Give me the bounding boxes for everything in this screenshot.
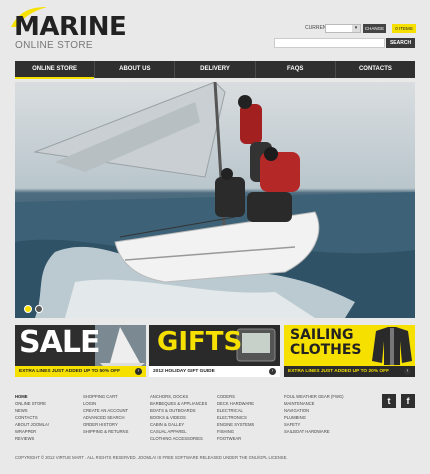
footer-link[interactable]: LOGIN <box>83 400 128 407</box>
footer-link[interactable]: NEWS <box>15 407 49 414</box>
sale-caption: EXTRA LINES JUST ADDED UP TO 50% OFF <box>15 366 146 377</box>
footer-link[interactable]: ENGINE SYSTEMS <box>217 421 254 428</box>
footer-link[interactable]: SAFETY <box>284 421 344 428</box>
slide-dot-2[interactable] <box>35 305 43 313</box>
sailing-title-line2: CLOTHES <box>290 341 362 358</box>
nav-item-about-us[interactable]: ABOUT US <box>95 61 176 78</box>
footer-col-account: SHOPPING CART LOGIN CREATE AN ACCOUNT AD… <box>83 393 128 435</box>
gifts-title: GIFTS <box>157 327 243 357</box>
twitter-icon[interactable]: t <box>382 394 396 408</box>
sailboat-photo <box>15 82 415 318</box>
search-button[interactable]: SEARCH <box>386 38 415 48</box>
chevron-down-icon: ▾ <box>352 25 360 32</box>
logo-tagline: ONLINE STORE <box>15 40 93 51</box>
footer-link[interactable]: ABOUT JOOMLA! <box>15 421 49 428</box>
footer-col-categories-2: CODERS DECK HARDWARE ELECTRICAL ELECTRON… <box>217 393 254 442</box>
footer-link[interactable]: NAVIGATION <box>284 407 344 414</box>
footer-link[interactable]: SHIPPING & RETURNS <box>83 428 128 435</box>
footer-link[interactable]: HOME <box>15 393 49 400</box>
hero-slideshow[interactable] <box>15 82 415 318</box>
footer-link[interactable]: CASUAL APPAREL <box>150 428 207 435</box>
arrow-right-icon: › <box>404 368 411 375</box>
search-input[interactable] <box>274 38 385 48</box>
nav-item-contacts[interactable]: CONTACTS <box>336 61 415 78</box>
footer-link[interactable]: CREATE AN ACCOUNT <box>83 407 128 414</box>
footer-link[interactable]: ADVANCED SEARCH <box>83 414 128 421</box>
footer-link[interactable]: SAILBOAT HARDWARE <box>284 428 344 435</box>
footer-link[interactable]: CABIN & GALLEY <box>150 421 207 428</box>
footer-col-categories-3: FOUL WEATHER GEAR (FWG) MAINTENANCE NAVI… <box>284 393 344 435</box>
change-currency-button[interactable]: CHANGE <box>363 24 386 33</box>
slideshow-pager <box>24 305 43 313</box>
gifts-banner[interactable]: GIFTS 2012 HOLIDAY GIFT GUIDE › <box>149 325 280 377</box>
footer-link[interactable]: CLOTHING ACCESSORIES <box>150 435 207 442</box>
sailing-caption: EXTRA LINES JUST ADDED UP TO 20% OFF <box>284 366 415 377</box>
footer-link[interactable]: FISHING <box>217 428 254 435</box>
footer-link[interactable]: SHOPPING CART <box>83 393 128 400</box>
sale-title: SALE <box>19 325 100 360</box>
footer-link[interactable]: FOOTWEAR <box>217 435 254 442</box>
copyright-text: COPYRIGHT © 2012 VIRTUE MART . ALL RIGHT… <box>15 455 288 460</box>
footer-link[interactable]: ELECTRICAL <box>217 407 254 414</box>
footer-col-main: HOME ONLINE STORE NEWS CONTACTS ABOUT JO… <box>15 393 49 442</box>
footer-link[interactable]: REVIEWS <box>15 435 49 442</box>
nav-item-online-store[interactable]: ONLINE STORE <box>15 61 96 79</box>
sailing-title-line1: SAILING <box>290 327 354 343</box>
main-nav: ONLINE STORE ABOUT US DELIVERY FAQS CONT… <box>15 61 415 79</box>
logo-title[interactable]: MARINE <box>14 14 127 40</box>
gifts-caption: 2012 HOLIDAY GIFT GUIDE <box>149 366 280 377</box>
footer-link[interactable]: ELECTRONICS <box>217 414 254 421</box>
slide-dot-1[interactable] <box>24 305 32 313</box>
footer-link[interactable]: BOOKS & VIDEOS <box>150 414 207 421</box>
footer-link[interactable]: CODERS <box>217 393 254 400</box>
footer-link[interactable]: MAINTENANCE <box>284 400 344 407</box>
nav-item-delivery[interactable]: DELIVERY <box>175 61 256 78</box>
footer-link[interactable]: WRAPPER <box>15 428 49 435</box>
arrow-right-icon: › <box>269 368 276 375</box>
footer-link[interactable]: BARBEQUES & APPLIANCES <box>150 400 207 407</box>
arrow-right-icon: › <box>135 368 142 375</box>
sailing-title: SAILING CLOTHES <box>290 328 362 357</box>
footer-link[interactable]: ORDER HISTORY <box>83 421 128 428</box>
footer-link[interactable]: ANCHORS, DOCKS <box>150 393 207 400</box>
nav-item-faqs[interactable]: FAQS <box>256 61 336 78</box>
footer-link[interactable]: BOATS & OUTBOARDS <box>150 407 207 414</box>
cart-items-badge[interactable]: 0 ITEMS <box>392 24 416 33</box>
sale-banner[interactable]: SALE EXTRA LINES JUST ADDED UP TO 50% OF… <box>15 325 146 377</box>
footer-col-categories-1: ANCHORS, DOCKS BARBEQUES & APPLIANCES BO… <box>150 393 207 442</box>
footer-link[interactable]: CONTACTS <box>15 414 49 421</box>
sailing-clothes-banner[interactable]: SAILING CLOTHES EXTRA LINES JUST ADDED U… <box>284 325 415 377</box>
currency-select[interactable]: ▾ <box>325 24 361 33</box>
footer-link[interactable]: FOUL WEATHER GEAR (FWG) <box>284 393 344 400</box>
facebook-icon[interactable]: f <box>401 394 415 408</box>
footer-link[interactable]: DECK HARDWARE <box>217 400 254 407</box>
footer-link[interactable]: PLUMBING <box>284 414 344 421</box>
footer-link[interactable]: ONLINE STORE <box>15 400 49 407</box>
